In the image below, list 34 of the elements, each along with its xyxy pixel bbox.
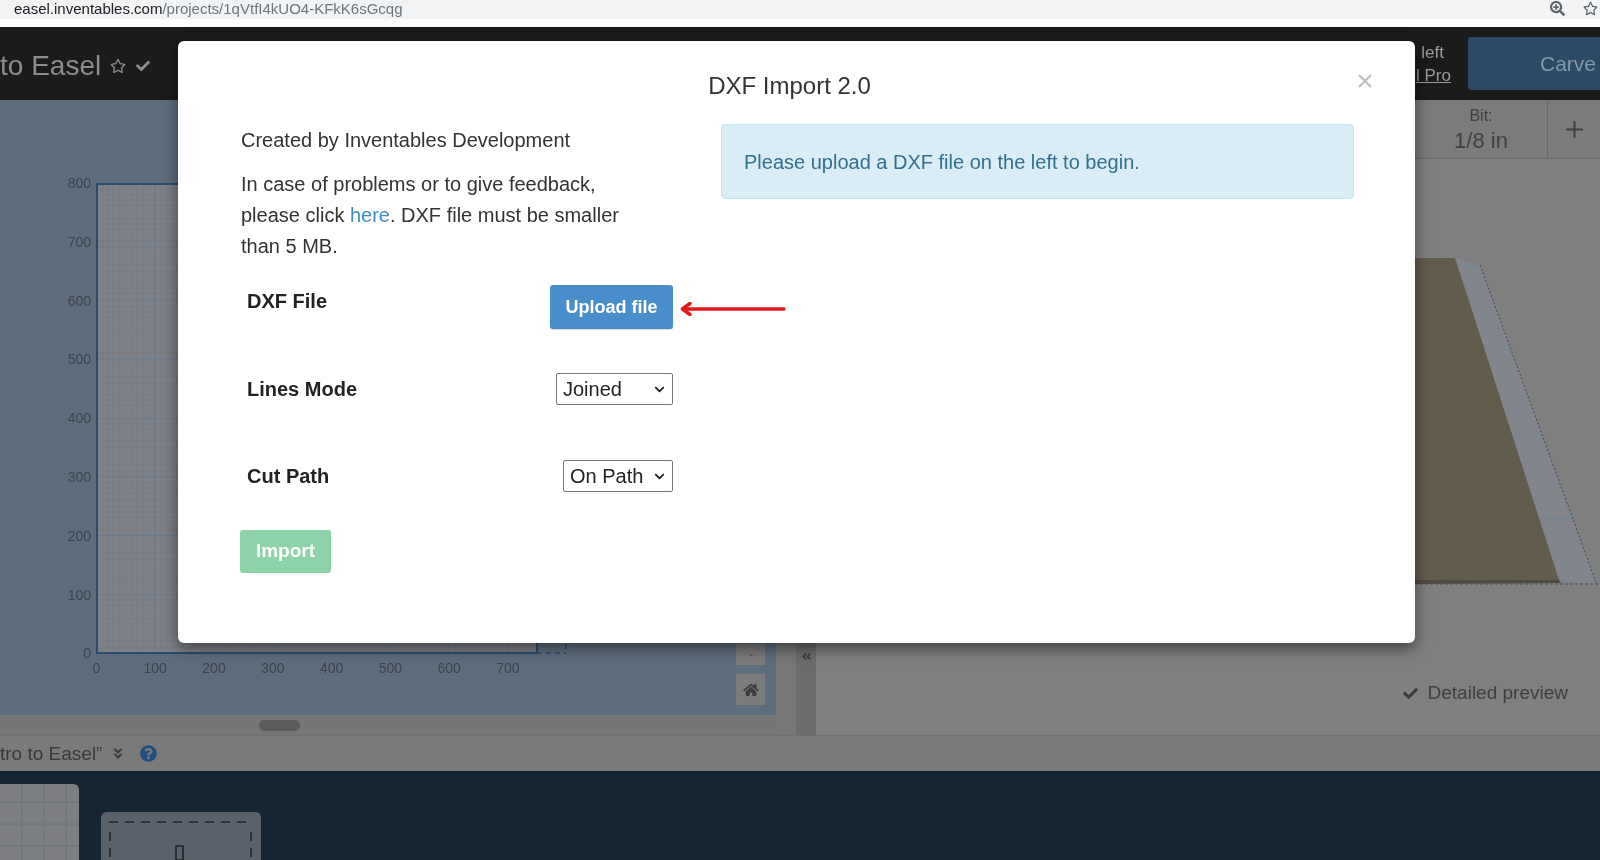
zoom-icon[interactable] bbox=[1550, 1, 1565, 16]
dropdown-select[interactable]: On Path bbox=[563, 460, 673, 492]
feedback-link[interactable]: here bbox=[349, 204, 390, 226]
dialog-title: DXF Import 2.0 bbox=[708, 71, 871, 101]
template-thumbnail[interactable] bbox=[101, 812, 261, 860]
collapse-icon[interactable] bbox=[801, 651, 812, 662]
url-text[interactable]: easel.inventables.com/projects/1qVtfI4kUO4-KFkK6sGcqg bbox=[14, 0, 403, 17]
detailed-preview-toggle[interactable]: Detailed preview bbox=[1401, 681, 1568, 705]
plus-icon bbox=[1565, 120, 1583, 138]
help-text: In case of problems or to give feedback, please click here. DXF file must be smaller than 5 MB. bbox=[241, 172, 620, 259]
home-button[interactable] bbox=[736, 674, 765, 705]
credit-text: Created by Inventables Development bbox=[241, 128, 572, 152]
zoom-out-button[interactable] bbox=[736, 644, 765, 665]
dropdown-select[interactable]: Joined bbox=[556, 373, 673, 405]
credits-text: left bbox=[1421, 41, 1444, 64]
check-icon bbox=[135, 59, 152, 73]
project-title: to Easel bbox=[0, 49, 102, 83]
help-icon[interactable] bbox=[140, 745, 158, 762]
star-icon[interactable] bbox=[1583, 1, 1598, 16]
project-name: tro to Easel” bbox=[0, 741, 103, 766]
left-arrow-icon bbox=[679, 302, 786, 316]
double-chevron-down-icon[interactable] bbox=[112, 747, 125, 760]
field-label: Lines Mode bbox=[247, 377, 357, 401]
upload-file-button[interactable]: Upload file bbox=[550, 285, 673, 329]
field-label: DXF File bbox=[247, 289, 327, 313]
carve-button[interactable]: Carve bbox=[1468, 37, 1600, 90]
grid-thumbnail[interactable] bbox=[0, 784, 79, 860]
star-icon[interactable] bbox=[110, 58, 127, 74]
home-icon bbox=[742, 682, 759, 697]
scrollbar-thumb[interactable] bbox=[259, 719, 300, 731]
info-alert: Please upload a DXF file on the left to begin. bbox=[721, 124, 1354, 199]
upgrade-link[interactable]: l Pro bbox=[1416, 63, 1451, 87]
close-icon bbox=[1358, 74, 1372, 88]
field-label: Cut Path bbox=[247, 464, 330, 488]
